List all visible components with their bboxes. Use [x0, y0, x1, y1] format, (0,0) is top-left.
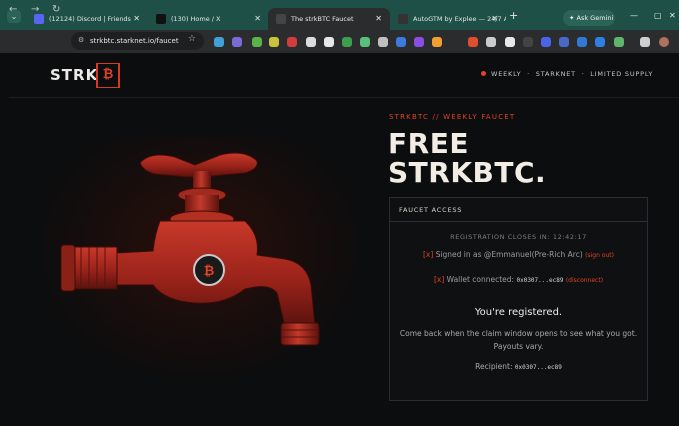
close-window-button[interactable]: ✕ — [669, 11, 676, 20]
header-divider — [9, 97, 679, 98]
extension-icon[interactable] — [559, 37, 569, 47]
extension-icon[interactable] — [577, 37, 587, 47]
registration-countdown: REGISTRATION CLOSES IN: 12:42:17 — [450, 233, 587, 241]
countdown-timer: 12:42:17 — [552, 233, 587, 241]
nav-weekly[interactable]: WEEKLY — [491, 70, 521, 78]
back-icon[interactable]: ← — [9, 4, 17, 15]
ask-gemini-button[interactable]: ✦ Ask Gemini — [563, 10, 615, 26]
sign-out-link[interactable]: (sign out) — [585, 252, 614, 259]
signed-in-status: [x] Signed in as @Emmanuel(Pre-Rich Arc)… — [423, 250, 614, 259]
faucet-access-card: FAUCET ACCESS REGISTRATION CLOSES IN: 12… — [389, 197, 648, 401]
extension-icon[interactable] — [396, 37, 406, 47]
claim-info: Come back when the claim window opens to… — [399, 329, 638, 338]
registered-message: You're registered. — [474, 307, 563, 318]
extension-icon[interactable] — [595, 37, 605, 47]
profile-avatar[interactable] — [659, 37, 669, 47]
extension-icon[interactable] — [468, 37, 478, 47]
card-title: FAUCET ACCESS — [399, 206, 463, 214]
extension-icon[interactable] — [252, 37, 262, 47]
maximize-button[interactable]: ▢ — [654, 11, 662, 20]
url-text: strkbtc.starknet.io/faucet — [90, 37, 179, 45]
bitcoin-logo-icon: ₿ — [102, 67, 114, 82]
payouts-note: Payouts vary. — [493, 342, 544, 351]
extension-icon[interactable] — [287, 37, 297, 47]
gemini-icon: ✦ — [569, 14, 577, 22]
tab-x-home[interactable]: (130) Home / X ✕ — [148, 8, 269, 30]
bookmark-star-icon[interactable]: ☆ — [188, 34, 196, 44]
tab-strkbtc-faucet[interactable]: The strkBTC Faucet ✕ — [268, 8, 390, 30]
close-tab-icon[interactable]: ✕ — [133, 8, 140, 30]
extension-icon[interactable] — [342, 37, 352, 47]
site-logo-text[interactable]: STRK — [50, 66, 98, 86]
extension-icon[interactable] — [541, 37, 551, 47]
live-dot-icon — [481, 71, 486, 76]
extension-icon[interactable] — [214, 37, 224, 47]
extension-icon[interactable] — [360, 37, 370, 47]
nav-limited-supply[interactable]: LIMITED SUPPLY — [590, 70, 653, 78]
tab-discord[interactable]: (12124) Discord | Friends ✕ — [26, 8, 148, 30]
explee-icon — [398, 14, 408, 24]
faucet-illustration: ₿ — [45, 135, 355, 385]
extension-icon[interactable] — [432, 37, 442, 47]
extension-icon[interactable] — [269, 37, 279, 47]
extension-icon[interactable] — [486, 37, 496, 47]
forward-icon[interactable]: → — [31, 4, 39, 15]
discord-icon — [34, 14, 44, 24]
site-info-icon[interactable]: ⚙ — [78, 36, 84, 44]
extension-icon[interactable] — [232, 37, 242, 47]
checkbox-marker: [x] — [423, 250, 434, 259]
extension-icon[interactable] — [324, 37, 334, 47]
close-tab-icon[interactable]: ✕ — [254, 8, 261, 30]
close-tab-icon[interactable]: ✕ — [375, 8, 382, 30]
reload-icon[interactable]: ↻ — [52, 4, 60, 15]
nav-starknet[interactable]: STARKNET — [536, 70, 576, 78]
recipient-row: Recipient: 0x0307...ec89 — [475, 362, 562, 371]
extension-icon[interactable] — [523, 37, 533, 47]
extension-icon[interactable] — [505, 37, 515, 47]
hero-kicker: STRKBTC // WEEKLY FAUCET — [389, 113, 516, 121]
header-nav: WEEKLY · STARKNET · LIMITED SUPPLY — [481, 70, 653, 78]
address-bar[interactable]: ⚙ strkbtc.starknet.io/faucet ☆ — [71, 32, 204, 50]
new-tab-button[interactable]: + — [509, 9, 518, 22]
x-icon — [156, 14, 166, 24]
close-tab-icon[interactable]: ✕ — [491, 8, 498, 30]
recipient-address: 0x0307...ec89 — [514, 364, 562, 371]
minimize-button[interactable]: — — [630, 11, 638, 20]
hero-title: FREE STRKBTC. — [388, 127, 547, 189]
extension-icon[interactable] — [378, 37, 388, 47]
extensions-puzzle-icon[interactable] — [640, 37, 650, 47]
svg-text:₿: ₿ — [204, 264, 215, 279]
disconnect-link[interactable]: (disconnect) — [566, 277, 603, 284]
card-header: FAUCET ACCESS — [390, 198, 647, 222]
wallet-status: [x] Wallet connected: 0x0307...ec89 (dis… — [433, 275, 604, 284]
strk-icon — [276, 14, 286, 24]
tab-autogtm[interactable]: AutoGTM by Explee — 24/7 AI ✕ — [390, 8, 506, 30]
wallet-address: 0x0307...ec89 — [516, 277, 564, 284]
extension-icon[interactable] — [614, 37, 624, 47]
checkbox-marker: [x] — [433, 275, 445, 284]
extension-icon[interactable] — [414, 37, 424, 47]
extension-icon[interactable] — [306, 37, 316, 47]
